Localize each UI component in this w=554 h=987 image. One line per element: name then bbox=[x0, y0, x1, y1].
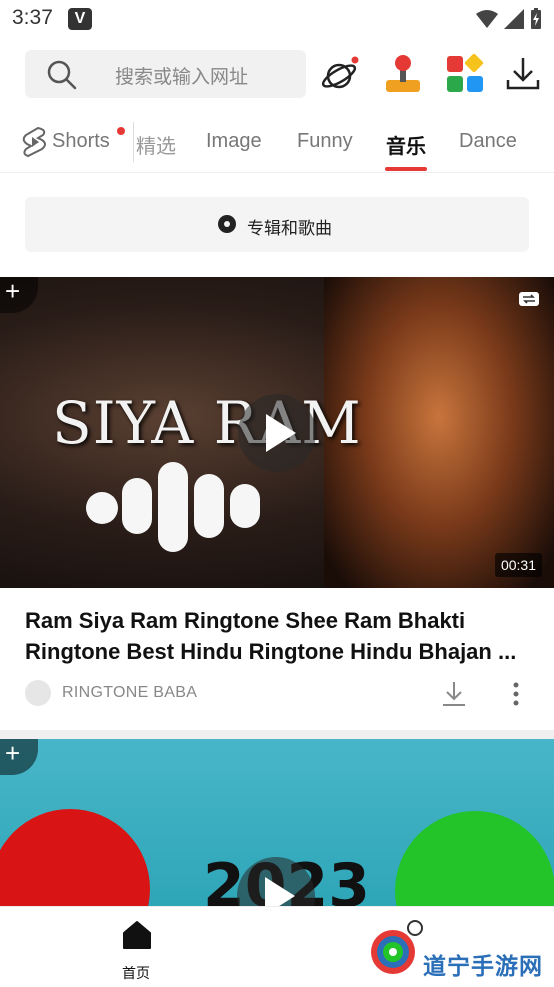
watermark-text: 道宁手游网 bbox=[423, 953, 543, 979]
watermark-swirl-icon bbox=[371, 930, 415, 974]
download-icon[interactable] bbox=[503, 54, 543, 94]
category-tabs: Shorts 精选 Image Funny 音乐 Dance bbox=[0, 120, 554, 173]
more-options-icon[interactable] bbox=[509, 682, 523, 706]
add-icon[interactable]: + bbox=[0, 277, 38, 313]
video-thumbnail[interactable]: 2023 + bbox=[0, 739, 554, 907]
home-icon[interactable] bbox=[121, 919, 153, 951]
shorts-icon bbox=[22, 126, 46, 158]
albums-songs-button[interactable]: 专辑和歌曲 bbox=[25, 197, 529, 252]
phone-decline-graphic bbox=[0, 809, 150, 907]
game-joystick-icon[interactable] bbox=[383, 54, 423, 94]
video-title-line: Ram Siya Ram Ringtone Shee Ram Bhakti bbox=[25, 608, 466, 633]
tab-shorts[interactable]: Shorts bbox=[52, 130, 110, 153]
channel-name[interactable]: RINGTONE BABA bbox=[62, 684, 197, 702]
phone-accept-graphic bbox=[395, 811, 554, 907]
tab-dance[interactable]: Dance bbox=[459, 130, 517, 153]
tab-image[interactable]: Image bbox=[206, 130, 262, 153]
search-input[interactable]: 搜索或输入网址 bbox=[25, 50, 306, 98]
download-icon[interactable] bbox=[440, 680, 468, 708]
albums-songs-label: 专辑和歌曲 bbox=[247, 219, 332, 238]
top-bar: 搜索或输入网址 bbox=[0, 50, 554, 102]
home-label[interactable]: 首页 bbox=[122, 963, 150, 983]
apps-grid-icon[interactable] bbox=[445, 54, 485, 94]
app-badge-icon: V bbox=[68, 8, 92, 30]
loop-icon[interactable] bbox=[518, 291, 540, 307]
video-title[interactable]: Ram Siya Ram Ringtone Shee Ram Bhakti Ri… bbox=[25, 605, 525, 667]
status-icons bbox=[476, 8, 542, 30]
tab-divider bbox=[133, 122, 134, 162]
status-bar: 3:37 V bbox=[0, 0, 554, 38]
tab-music[interactable]: 音乐 bbox=[386, 130, 426, 159]
disc-icon bbox=[218, 215, 236, 233]
search-icon bbox=[47, 60, 77, 90]
thumbnail-text: SIYA RAM bbox=[52, 389, 362, 457]
tab-featured[interactable]: 精选 bbox=[136, 130, 176, 159]
wifi-icon bbox=[476, 10, 498, 28]
video-thumbnail[interactable]: SIYA RAM + 00:31 bbox=[0, 277, 554, 588]
status-time: 3:37 bbox=[12, 6, 53, 29]
add-icon[interactable]: + bbox=[0, 739, 38, 775]
play-button[interactable] bbox=[238, 394, 316, 472]
notification-dot bbox=[117, 127, 125, 135]
play-icon bbox=[266, 414, 296, 452]
feed-separator bbox=[0, 730, 554, 739]
search-placeholder: 搜索或输入网址 bbox=[115, 67, 249, 88]
signal-icon bbox=[504, 9, 524, 29]
video-duration: 00:31 bbox=[494, 553, 542, 577]
tab-funny[interactable]: Funny bbox=[297, 130, 353, 153]
audio-bars-graphic bbox=[86, 462, 266, 552]
watermark-logo: 道宁手游网 bbox=[368, 927, 548, 983]
play-icon bbox=[265, 877, 295, 907]
planet-icon[interactable] bbox=[320, 54, 360, 94]
active-tab-indicator bbox=[385, 167, 427, 171]
video-title-line: Ringtone Best Hindu Ringtone Hindu Bhaja… bbox=[25, 639, 517, 664]
battery-icon bbox=[531, 8, 541, 29]
avatar[interactable] bbox=[25, 680, 51, 706]
bottom-navigation: 首页 道宁手游网 bbox=[0, 906, 554, 987]
